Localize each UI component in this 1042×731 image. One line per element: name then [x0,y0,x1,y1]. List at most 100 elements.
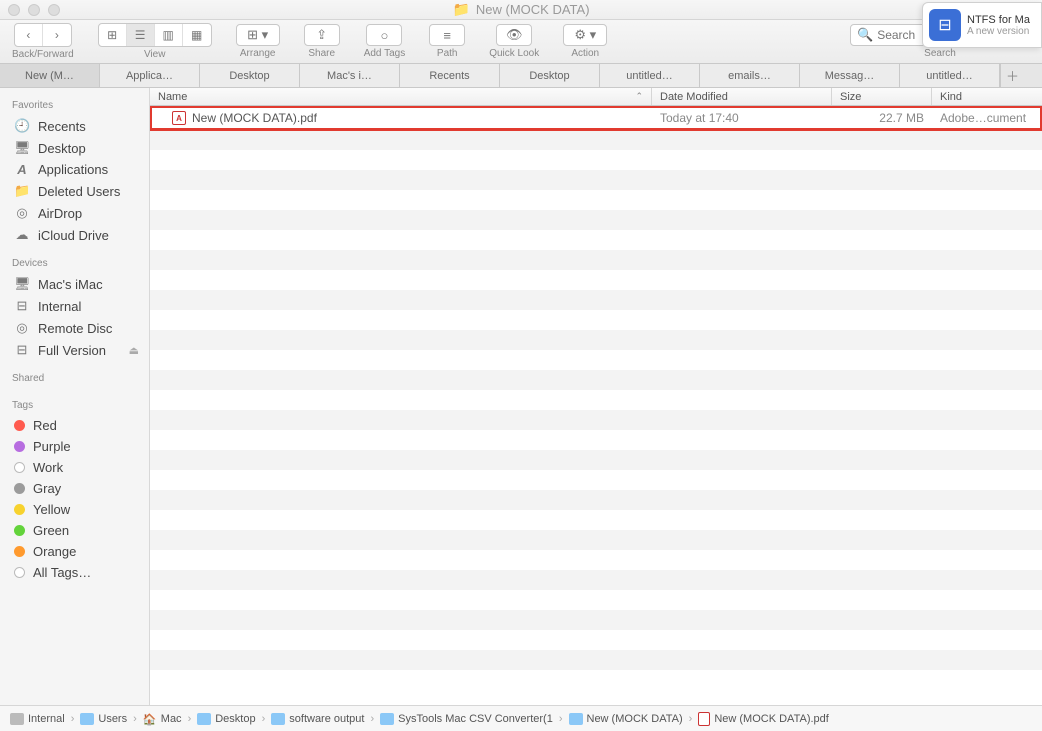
nav-group: ‹ › Back/Forward [12,23,74,60]
sidebar-item-airdrop[interactable]: ◎AirDrop [0,202,149,224]
tab-4[interactable]: Recents [400,64,500,87]
file-kind: Adobe…cument [932,111,1042,125]
close-window-button[interactable] [8,4,20,16]
notification-title: NTFS for Ma [967,14,1030,26]
sidebar-item-applications[interactable]: AApplications [0,159,149,180]
view-icons-button[interactable]: ⊞ [99,24,127,46]
sidebar-tag-yellow[interactable]: Yellow [0,499,149,520]
tab-5[interactable]: Desktop [500,64,600,87]
view-gallery-button[interactable]: ▦ [183,24,211,46]
disc-icon: ◎ [14,320,30,336]
back-button[interactable]: ‹ [15,24,43,46]
column-header-size[interactable]: Size [832,88,932,105]
empty-row [150,370,1042,390]
quick-look-button[interactable]: 👁 [496,24,532,46]
tab-2[interactable]: Desktop [200,64,300,87]
sidebar-item-macs-imac[interactable]: 🖥Mac's iMac [0,273,149,295]
file-row[interactable]: ANew (MOCK DATA).pdf Today at 17:40 22.7… [150,106,1042,130]
sidebar-tag-green[interactable]: Green [0,520,149,541]
view-columns-button[interactable]: ▥ [155,24,183,46]
tag-dot-icon [14,504,25,515]
column-header-date[interactable]: Date Modified [652,88,832,105]
sidebar-item-label: Work [33,460,63,475]
sidebar-tag-red[interactable]: Red [0,415,149,436]
sidebar-item-label: Desktop [38,141,86,156]
column-headers: Name⌃ Date Modified Size Kind [150,88,1042,106]
sidebar-item-label: Remote Disc [38,321,112,336]
forward-button[interactable]: › [43,24,71,46]
path-segment-desktop[interactable]: Desktop [197,713,255,725]
tab-3[interactable]: Mac's i… [300,64,400,87]
sidebar-item-label: Purple [33,439,71,454]
file-size: 22.7 MB [832,111,932,125]
sidebar-item-label: Internal [38,299,81,314]
empty-row [150,610,1042,630]
empty-row [150,510,1042,530]
share-label: Share [308,48,335,59]
path-segment-file[interactable]: New (MOCK DATA).pdf [698,712,829,726]
sidebar-item-full-version[interactable]: ⊟Full Version [0,339,149,361]
file-date: Today at 17:40 [652,111,832,125]
file-name: New (MOCK DATA).pdf [192,111,317,125]
path-segment-new-mock-data[interactable]: New (MOCK DATA) [569,713,683,725]
sidebar-tags-header: Tags [0,396,149,415]
sidebar-tag-all[interactable]: All Tags… [0,562,149,583]
folder-icon: 📁 [452,1,469,18]
action-button[interactable]: ⚙ ▾ [563,24,607,46]
arrange-button[interactable]: ⊞ ▾ [236,24,280,46]
empty-row [150,190,1042,210]
path-segment-internal[interactable]: Internal [10,713,65,725]
tab-1[interactable]: Applica… [100,64,200,87]
path-bar: Internal › Users › 🏠Mac › Desktop › soft… [0,705,1042,731]
sidebar-tag-work[interactable]: Work [0,457,149,478]
sidebar-devices-header: Devices [0,254,149,273]
sidebar-tag-purple[interactable]: Purple [0,436,149,457]
path-label: Users [98,713,127,725]
sidebar-item-label: Green [33,523,69,538]
add-tags-button[interactable]: ○ [366,24,402,46]
empty-row [150,570,1042,590]
sidebar-item-label: Gray [33,481,61,496]
sidebar-item-internal[interactable]: ⊟Internal [0,295,149,317]
path-label: software output [289,713,364,725]
sidebar-tag-orange[interactable]: Orange [0,541,149,562]
new-tab-button[interactable]: ＋ [1000,64,1024,87]
path-button[interactable]: ≡ [429,24,465,46]
path-segment-mac[interactable]: 🏠Mac [143,713,182,725]
path-segment-software-output[interactable]: software output [271,713,364,725]
zoom-window-button[interactable] [48,4,60,16]
empty-row [150,590,1042,610]
desktop-icon: 🖥 [14,140,30,156]
minimize-window-button[interactable] [28,4,40,16]
sidebar-item-icloud-drive[interactable]: ☁iCloud Drive [0,224,149,246]
path-segment-systools[interactable]: SysTools Mac CSV Converter(1 [380,713,553,725]
sidebar-item-label: All Tags… [33,565,91,580]
sidebar-item-remote-disc[interactable]: ◎ Remote Disc [0,317,149,339]
column-header-name[interactable]: Name⌃ [150,88,652,105]
path-separator-icon: › [260,713,268,725]
empty-row [150,270,1042,290]
share-button[interactable]: ⇪ [304,24,340,46]
sidebar-item-recents[interactable]: 🕘Recents [0,115,149,137]
empty-row [150,430,1042,450]
empty-row [150,230,1042,250]
column-header-kind[interactable]: Kind [932,88,1042,105]
sidebar-item-desktop[interactable]: 🖥 Desktop [0,137,149,159]
tab-7[interactable]: emails… [700,64,800,87]
tab-8[interactable]: Messag… [800,64,900,87]
airdrop-icon: ◎ [14,205,30,221]
empty-row [150,150,1042,170]
clock-icon: 🕘 [14,118,30,134]
empty-row [150,650,1042,670]
notification-banner[interactable]: ⊟ NTFS for Ma A new version [922,2,1042,48]
tab-0[interactable]: New (M… [0,64,100,87]
path-group: ≡ Path [429,24,465,59]
sidebar-tag-gray[interactable]: Gray [0,478,149,499]
path-segment-users[interactable]: Users [80,713,127,725]
sidebar-item-deleted-users[interactable]: 📁Deleted Users [0,180,149,202]
sidebar-item-label: Yellow [33,502,70,517]
tab-6[interactable]: untitled… [600,64,700,87]
tag-dot-icon [14,567,25,578]
tab-9[interactable]: untitled… [900,64,1000,87]
view-list-button[interactable]: ☰ [127,24,155,46]
